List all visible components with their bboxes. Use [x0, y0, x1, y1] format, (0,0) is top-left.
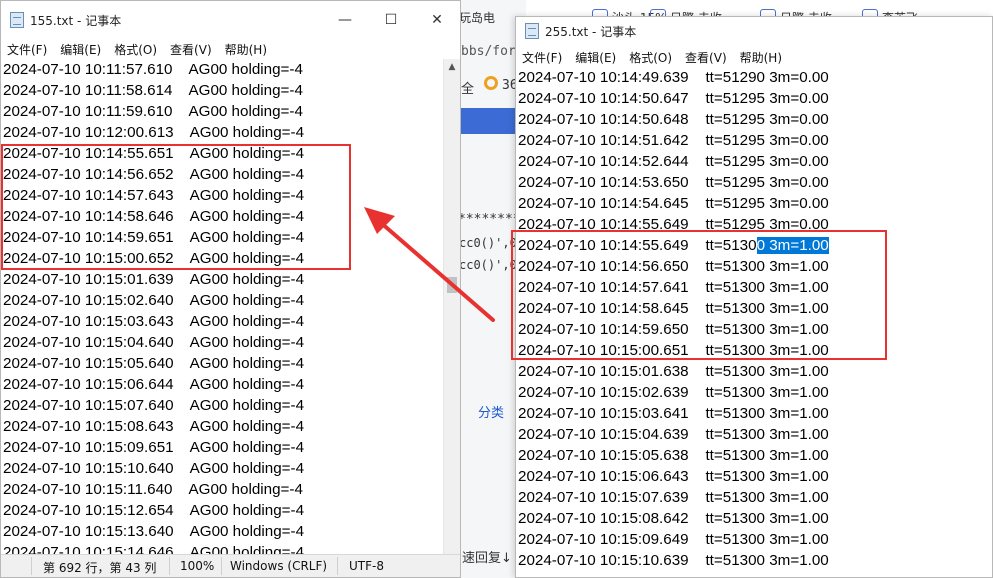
menu-bar: 文件(F) 编辑(E) 格式(O) 查看(V) 帮助(H): [516, 47, 992, 67]
text-line: 2024-07-10 10:14:52.644 tt=51295 3m=0.00: [518, 153, 829, 170]
window-title: 255.txt - 记事本: [545, 24, 637, 39]
text-line: 2024-07-10 10:15:11.640 AG00 holding=-4: [3, 481, 303, 498]
menu-bar: 文件(F) 编辑(E) 格式(O) 查看(V) 帮助(H): [1, 39, 460, 59]
encoding: UTF-8: [349, 559, 384, 573]
text-line: 2024-07-10 10:12:00.613 AG00 holding=-4: [3, 124, 305, 141]
minimize-button[interactable]: —: [322, 1, 368, 39]
text-line: 2024-07-10 10:15:05.638 tt=51300 3m=1.00: [518, 447, 829, 464]
text-line: 2024-07-10 10:14:53.650 tt=51295 3m=0.00: [518, 174, 829, 191]
menu-file[interactable]: 文件(F): [7, 41, 47, 58]
text-line: 2024-07-10 10:15:03.643 AG00 holding=-4: [3, 313, 305, 330]
vertical-scrollbar[interactable]: ▲: [443, 59, 460, 557]
text-line: 2024-07-10 10:14:51.642 tt=51295 3m=0.00: [518, 132, 829, 149]
menu-file[interactable]: 文件(F): [522, 49, 562, 66]
text-line: 2024-07-10 10:15:10.639 tt=51300 3m=1.00: [518, 552, 829, 569]
text-line: 2024-07-10 10:14:54.645 tt=51295 3m=0.00: [518, 195, 829, 212]
window-title: 155.txt - 记事本: [30, 13, 122, 28]
search-engine-icon[interactable]: [484, 76, 498, 90]
close-icon: ✕: [431, 12, 443, 28]
text-line: 2024-07-10 10:15:10.640 AG00 holding=-4: [3, 460, 305, 477]
text-line: 2024-07-10 10:15:03.641 tt=51300 3m=1.00: [518, 405, 829, 422]
text-line: 2024-07-10 10:15:05.640 AG00 holding=-4: [3, 355, 305, 372]
background-quan-text: 全: [461, 82, 475, 97]
text-line: 2024-07-10 10:11:58.614 AG00 holding=-4: [3, 82, 303, 99]
text-line: 2024-07-10 10:15:08.642 tt=51300 3m=1.00: [518, 510, 829, 527]
zoom-level: 100%: [180, 559, 215, 573]
text-line: 2024-07-10 10:15:01.638 tt=51300 3m=1.00: [518, 363, 829, 380]
maximize-button[interactable]: ☐: [368, 1, 414, 39]
menu-format[interactable]: 格式(O): [629, 49, 672, 66]
text-line: 2024-07-10 10:15:01.639 AG00 holding=-4: [3, 271, 305, 288]
text-line: 2024-07-10 10:14:49.639 tt=51290 3m=0.00: [518, 69, 829, 86]
menu-view[interactable]: 查看(V): [170, 41, 212, 58]
text-line: 2024-07-10 10:15:04.639 tt=51300 3m=1.00: [518, 426, 829, 443]
cursor-position: 第 692 行，第 43 列: [43, 561, 157, 575]
menu-edit[interactable]: 编辑(E): [575, 49, 616, 66]
highlight-box-right: [511, 230, 887, 360]
text-line: 2024-07-10 10:15:13.640 AG00 holding=-4: [3, 523, 305, 540]
text-line: 2024-07-10 10:15:06.644 AG00 holding=-4: [3, 376, 305, 393]
background-tab-label: 玩岛电: [459, 10, 496, 25]
scrollbar-thumb[interactable]: [447, 277, 457, 293]
background-category-link[interactable]: 分类: [478, 402, 504, 421]
menu-help[interactable]: 帮助(H): [740, 49, 782, 66]
status-bar: 第 692 行，第 43 列 100% Windows (CRLF) UTF-8: [1, 554, 460, 577]
line-ending: Windows (CRLF): [230, 559, 328, 573]
text-line: 2024-07-10 10:15:04.640 AG00 holding=-4: [3, 334, 305, 351]
notepad-icon: [525, 23, 539, 39]
highlight-box-left: [1, 144, 351, 270]
text-line: 2024-07-10 10:14:50.647 tt=51295 3m=0.00: [518, 90, 829, 107]
background-tab[interactable]: 玩岛电: [459, 4, 495, 30]
menu-view[interactable]: 查看(V): [685, 49, 727, 66]
minimize-icon: —: [338, 12, 352, 28]
scroll-up-icon[interactable]: ▲: [444, 59, 460, 75]
text-line: 2024-07-10 10:15:07.639 tt=51300 3m=1.00: [518, 489, 829, 506]
text-line: 2024-07-10 10:15:02.640 AG00 holding=-4: [3, 292, 305, 309]
maximize-icon: ☐: [384, 12, 398, 28]
menu-edit[interactable]: 编辑(E): [60, 41, 101, 58]
background-quick-reply[interactable]: 速回复↓: [462, 547, 512, 566]
notepad-window-left: 155.txt - 记事本 — ☐ ✕ 文件(F) 编辑(E) 格式(O) 查看…: [0, 0, 461, 578]
close-button[interactable]: ✕: [414, 1, 460, 39]
text-line: 2024-07-10 10:11:59.610 AG00 holding=-4: [3, 103, 303, 120]
text-line: 2024-07-10 10:15:12.654 AG00 holding=-4: [3, 502, 305, 519]
title-bar[interactable]: 255.txt - 记事本: [516, 17, 992, 45]
notepad-icon: [10, 12, 24, 28]
text-line: 2024-07-10 10:15:07.640 AG00 holding=-4: [3, 397, 305, 414]
text-line: 2024-07-10 10:15:09.651 AG00 holding=-4: [3, 439, 305, 456]
text-line: 2024-07-10 10:15:09.649 tt=51300 3m=1.00: [518, 531, 829, 548]
title-bar[interactable]: 155.txt - 记事本 — ☐ ✕: [1, 1, 460, 39]
menu-format[interactable]: 格式(O): [114, 41, 157, 58]
text-line: 2024-07-10 10:14:50.648 tt=51295 3m=0.00: [518, 111, 829, 128]
text-line: 2024-07-10 10:15:02.639 tt=51300 3m=1.00: [518, 384, 829, 401]
menu-help[interactable]: 帮助(H): [225, 41, 267, 58]
text-editor[interactable]: 2024-07-10 10:11:57.610 AG00 holding=-4 2…: [1, 59, 460, 577]
text-lines: 2024-07-10 10:11:57.610 AG00 holding=-4 2…: [3, 59, 304, 563]
text-line: 2024-07-10 10:15:08.643 AG00 holding=-4: [3, 418, 305, 435]
text-line: 2024-07-10 10:15:06.643 tt=51300 3m=1.00: [518, 468, 829, 485]
text-line: 2024-07-10 10:11:57.610 AG00 holding=-4: [3, 61, 303, 78]
